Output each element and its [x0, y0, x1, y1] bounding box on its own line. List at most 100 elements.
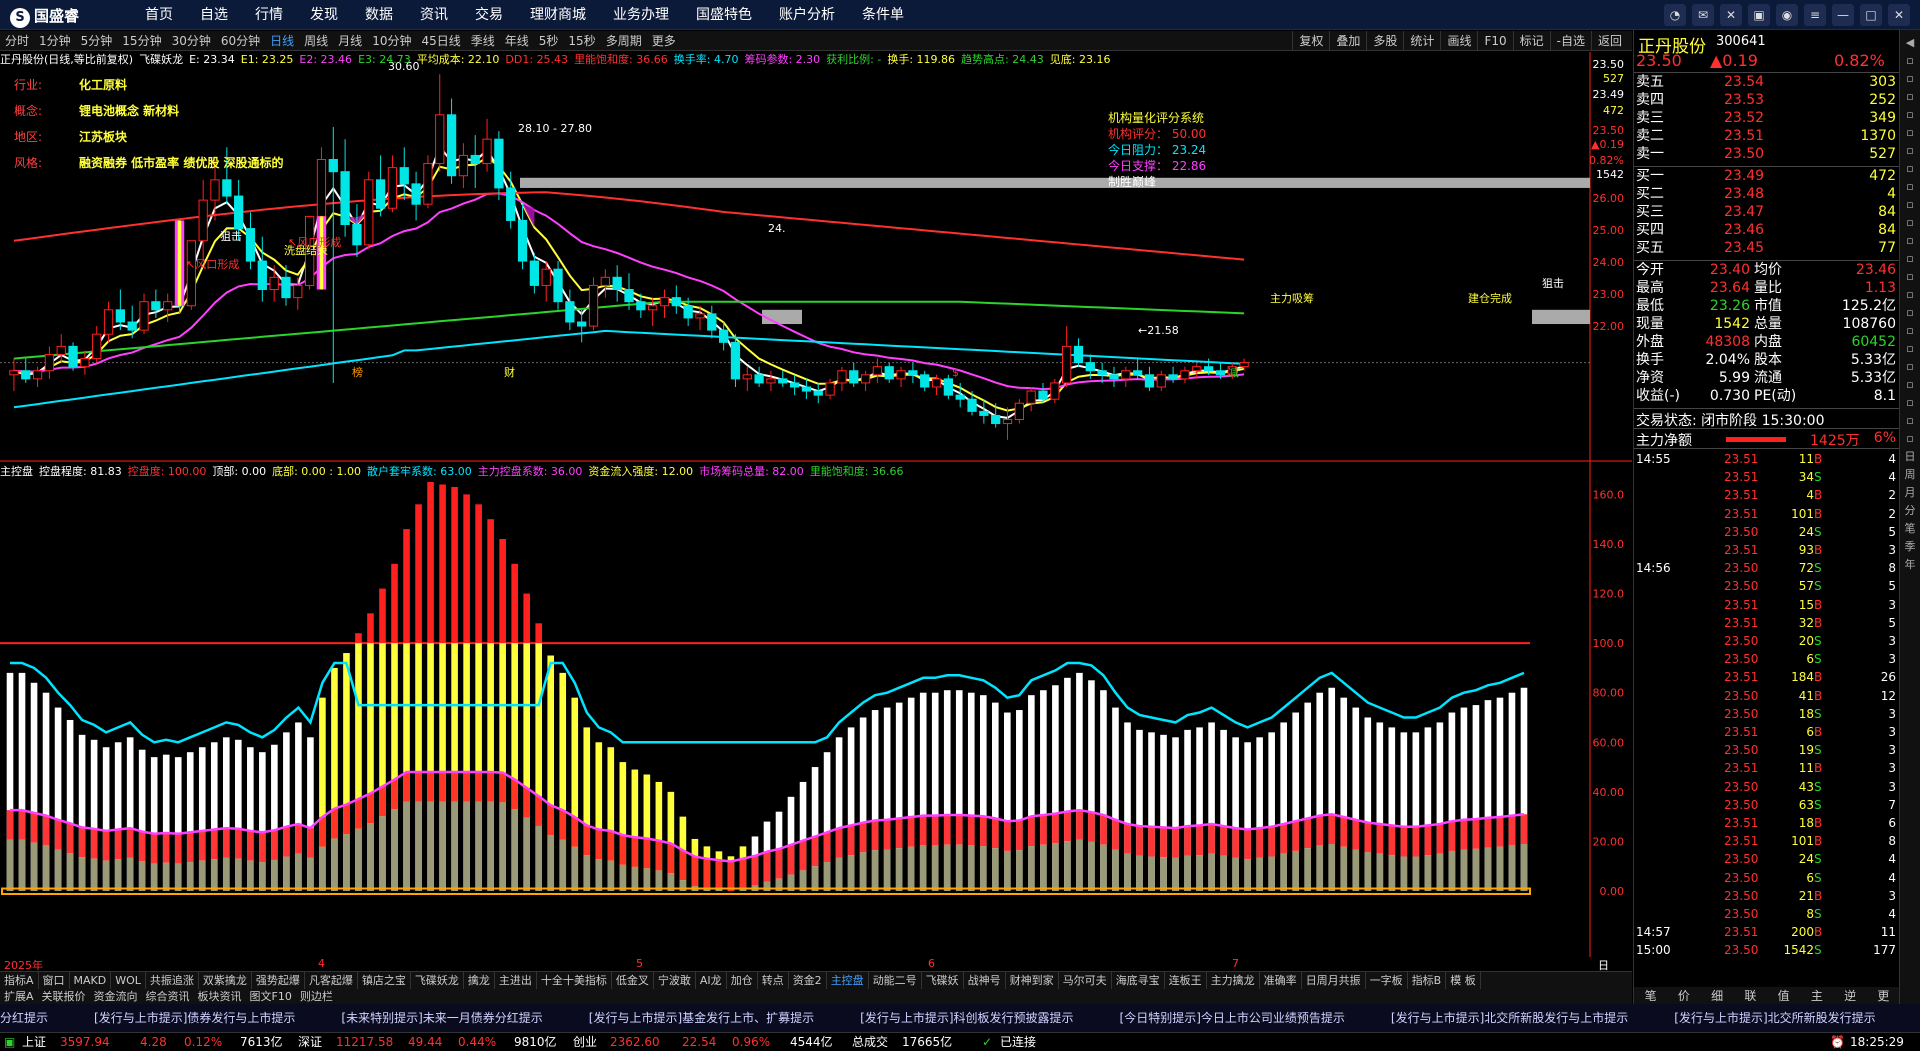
period-tab-12[interactable]: 年线	[505, 31, 529, 51]
period-tab-9[interactable]: 10分钟	[372, 31, 411, 51]
ask-row[interactable]: 卖一 23.50 527	[1634, 146, 1900, 163]
news-item[interactable]: [发行与上市提示]债券发行与上市提示	[94, 1004, 295, 1032]
period-tab-7[interactable]: 周线	[304, 31, 328, 51]
side-tool-icon[interactable]: ▫	[1900, 106, 1920, 124]
menu-item-6[interactable]: 交易	[475, 0, 503, 30]
indicator-tab[interactable]: 窗口	[39, 972, 70, 989]
side-tool-icon[interactable]: ▫	[1900, 322, 1920, 340]
indicator-tab[interactable]: 擒龙	[464, 972, 495, 989]
period-tab-6[interactable]: 日线	[270, 31, 294, 51]
indicator-tab[interactable]: 战神号	[964, 972, 1006, 989]
indicator-tab[interactable]: 指标B	[1408, 972, 1447, 989]
indicator-tab[interactable]: 动能二号	[869, 972, 922, 989]
period-tab-0[interactable]: 分时	[5, 31, 29, 51]
menu-item-1[interactable]: 自选	[200, 0, 228, 30]
side-tool-icon[interactable]: ▫	[1900, 70, 1920, 88]
side-tool-icon[interactable]: ▫	[1900, 196, 1920, 214]
right-period-tab[interactable]: 月	[1900, 484, 1920, 502]
right-period-tab[interactable]: 分	[1900, 502, 1920, 520]
tool-button-6[interactable]: 标记	[1512, 31, 1550, 51]
bid-row[interactable]: 买二 23.48 4	[1634, 186, 1900, 203]
extension-tab[interactable]: 图文F10	[246, 989, 296, 1004]
indicator-tab[interactable]: 镇店之宝	[358, 972, 411, 989]
net-flow-row[interactable]: 主力净额 1425万 6%	[1634, 430, 1900, 449]
side-tool-icon[interactable]: ▫	[1900, 286, 1920, 304]
side-tool-icon[interactable]: ▫	[1900, 52, 1920, 70]
extension-tab[interactable]: 关联报价	[38, 989, 90, 1004]
extension-tab[interactable]: 综合资讯	[142, 989, 194, 1004]
bid-row[interactable]: 买五 23.45 77	[1634, 240, 1900, 257]
news-item[interactable]: [发行与上市提示]北交所新股发行与上市提示	[1391, 1004, 1628, 1032]
period-tab-5[interactable]: 60分钟	[221, 31, 260, 51]
news-item[interactable]: [发行与上市提示]基金发行上市、扩募提示	[589, 1004, 814, 1032]
menu-item-9[interactable]: 国盛特色	[696, 0, 752, 30]
bid-row[interactable]: 买四 23.46 84	[1634, 222, 1900, 239]
quote-tab[interactable]: 更	[1867, 987, 1900, 1004]
indicator-tab[interactable]: 飞碟妖龙	[411, 972, 464, 989]
skin-icon[interactable]: ▣	[1748, 4, 1770, 26]
indicator-tab[interactable]: 共振追涨	[146, 972, 199, 989]
tool-button-3[interactable]: 统计	[1403, 31, 1440, 51]
quote-tab[interactable]: 笔	[1634, 987, 1667, 1004]
side-tool-icon[interactable]: ▫	[1900, 214, 1920, 232]
quote-tab[interactable]: 逆	[1834, 987, 1867, 1004]
menu-icon[interactable]: ≡	[1804, 4, 1826, 26]
indicator-tab[interactable]: AI龙	[696, 972, 727, 989]
right-period-tab[interactable]: 周	[1900, 466, 1920, 484]
menu-item-10[interactable]: 账户分析	[779, 0, 835, 30]
indicator-tab[interactable]: 低金叉	[612, 972, 654, 989]
right-period-tab[interactable]: 季	[1900, 538, 1920, 556]
cy-name[interactable]: 创业	[573, 1033, 597, 1051]
period-tab-3[interactable]: 15分钟	[122, 31, 161, 51]
menu-item-7[interactable]: 理财商城	[530, 0, 586, 30]
indicator-tab[interactable]: 十全十美指标	[537, 972, 612, 989]
mail-icon[interactable]: ✉	[1692, 4, 1714, 26]
indicator-tab[interactable]: 主力擒龙	[1207, 972, 1260, 989]
app-logo[interactable]: S 国盛睿	[10, 5, 79, 28]
indicator-tab[interactable]: MAKD	[70, 972, 112, 989]
ask-row[interactable]: 卖五 23.54 303	[1634, 74, 1900, 91]
tool-button-8[interactable]: 返回	[1590, 31, 1628, 51]
tool-button-2[interactable]: 多股	[1366, 31, 1403, 51]
menu-item-5[interactable]: 资讯	[420, 0, 448, 30]
sh-name[interactable]: 上证	[22, 1033, 46, 1051]
side-tool-icon[interactable]: ▫	[1900, 430, 1920, 448]
extension-tab[interactable]: 则边栏	[296, 989, 337, 1004]
side-tool-icon[interactable]: ▫	[1900, 412, 1920, 430]
bid-row[interactable]: 买一 23.49 472	[1634, 168, 1900, 185]
indicator-tab[interactable]: 海底寻宝	[1112, 972, 1165, 989]
tool-button-7[interactable]: -自选	[1549, 31, 1591, 51]
maximize-icon[interactable]: □	[1860, 4, 1882, 26]
indicator-tab[interactable]: 准确率	[1260, 972, 1302, 989]
period-tab-1[interactable]: 1分钟	[39, 31, 71, 51]
tool-button-0[interactable]: 复权	[1292, 31, 1329, 51]
indicator-tab[interactable]: 凡客起爆	[305, 972, 358, 989]
indicator-tab[interactable]: 财神到家	[1006, 972, 1059, 989]
right-period-tab[interactable]: 年	[1900, 556, 1920, 574]
period-tab-13[interactable]: 5秒	[539, 31, 559, 51]
side-tool-icon[interactable]: ▫	[1900, 142, 1920, 160]
sz-name[interactable]: 深证	[298, 1033, 322, 1051]
news-item[interactable]: [发行与上市提示]科创板发行预披露提示	[860, 1004, 1073, 1032]
news-item[interactable]: [发行与上市提示]北交所新股发行提示	[1674, 1004, 1875, 1032]
extension-tab[interactable]: 资金流向	[90, 989, 142, 1004]
bid-row[interactable]: 买三 23.47 84	[1634, 204, 1900, 221]
indicator-tab[interactable]: 加仓	[727, 972, 758, 989]
tool-button-4[interactable]: 画线	[1440, 31, 1477, 51]
side-tool-icon[interactable]: ▫	[1900, 304, 1920, 322]
indicator-tab[interactable]: 飞碟妖	[922, 972, 964, 989]
indicator-tab[interactable]: 资金2	[789, 972, 827, 989]
alarm-icon[interactable]: ⏰	[1830, 1033, 1845, 1051]
indicator-tab[interactable]: 一字板	[1366, 972, 1408, 989]
quote-tab[interactable]: 联	[1734, 987, 1767, 1004]
menu-item-4[interactable]: 数据	[365, 0, 393, 30]
menu-item-11[interactable]: 条件单	[862, 0, 904, 30]
news-item[interactable]: [未来特别提示]未来一月债券分红提示	[341, 1004, 542, 1032]
side-tool-icon[interactable]: ▫	[1900, 340, 1920, 358]
indicator-tab[interactable]: 主进出	[495, 972, 537, 989]
indicator-tab[interactable]: 强势起爆	[252, 972, 305, 989]
chat-icon[interactable]: ◔	[1664, 4, 1686, 26]
extension-tab[interactable]: 板块资讯	[194, 989, 246, 1004]
period-tab-2[interactable]: 5分钟	[81, 31, 113, 51]
quote-tab[interactable]: 细	[1701, 987, 1734, 1004]
